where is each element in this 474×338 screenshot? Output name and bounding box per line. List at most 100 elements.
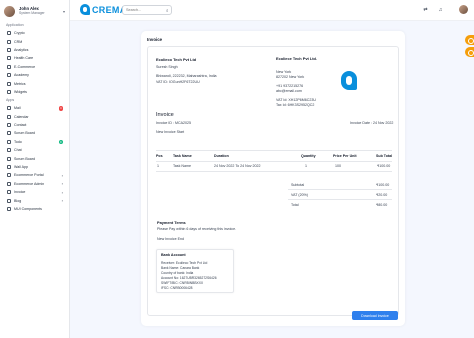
sidebar-item-label: MUI Components [14,207,42,211]
chevron-down-icon[interactable]: ▾ [63,9,65,14]
calendar-icon [7,114,11,119]
invoice-card: Invoice Ecolieco Tech Pvt Ltd Suresh Sin… [141,31,405,326]
row-price: 100 [335,164,341,168]
to-tax: Tax Id: 6HK3S2952QC2 [276,103,315,107]
summary-vat-value: ₹20.00 [376,193,388,197]
sidebar-item-label: Widgets [14,89,27,94]
sidebar-item-academy[interactable]: Academy [0,71,69,79]
sidebar-item-label: Analytics [14,47,29,52]
from-vat: VAT ID: IOGunH2F6T22UU [156,80,200,84]
bank-account-no: Account No: 1627UBR3265272S6426 [161,276,217,280]
crypto-icon [7,31,11,36]
search-input[interactable] [126,8,166,12]
notification-bell-icon[interactable]: ♫ [437,7,444,13]
metrics-icon [7,81,11,86]
sidebar-item-invoice[interactable]: Invoice › [0,188,69,196]
chevron-right-icon: › [61,172,63,178]
to-email: abc@email.com [276,89,302,93]
todo-icon [7,139,11,144]
chevron-right-icon: › [61,181,63,187]
sidebar-item-label: Calendar [14,114,29,119]
sidebar-item-ecommerce-admin[interactable]: Ecommerce Admin › [0,180,69,188]
from-address: Bhiwandi, 222232, Maharashtra, India [156,74,217,78]
summary-total-label: Total [291,203,299,207]
topbar-avatar[interactable] [459,5,468,14]
sidebar-item-contact[interactable]: Contact [0,121,69,129]
sidebar-item-crm[interactable]: CRM [0,37,69,45]
sidebar-item-crypto[interactable]: Crypto [0,29,69,37]
blog-icon [7,198,11,203]
sidebar-item-analytics[interactable]: Analytics [0,46,69,54]
row-pos: 1 [157,164,159,168]
sidebar-item-mail[interactable]: Mail 4 [0,104,69,112]
sidebar-item-blog[interactable]: Blog › [0,196,69,204]
col-subtotal: Sub Total [376,154,393,158]
invoice-end-text: New Invoice End [157,237,184,241]
sidebar-item-label: Ecommerce Admin [14,181,45,186]
sidebar-item-ecommerce-portal[interactable]: Ecommerce Portal › [0,171,69,179]
sidebar-item-todo[interactable]: Todo 9 [0,138,69,146]
col-duration: Duration [214,154,229,158]
mail-icon [7,106,11,111]
summary-subtotal-value: ₹100.00 [376,183,390,187]
avatar [4,5,15,17]
invoice-date: Invoice Date : 24 Nov 2022 [350,121,394,125]
user-profile[interactable]: John Alex System Manager ▾ [0,1,69,21]
sidebar-item-e-commerce[interactable]: E-Commerce [0,63,69,71]
card-title: Invoice [147,37,163,42]
translate-icon[interactable]: ⇄ [422,7,429,13]
sidebar: John Alex System Manager ▾ Application C… [0,0,70,338]
scrum-board-icon [7,131,11,136]
crm-icon [7,39,11,44]
bank-account-box: Bank Account Receiver: Ecolieco Tech Pvt… [156,249,234,293]
sidebar-item-widgets[interactable]: Widgets [0,88,69,96]
sidebar-item-label: Health Care [14,56,34,61]
e-commerce-icon [7,64,11,69]
ecommerce-portal-icon [7,173,11,178]
contact-icon [7,123,11,128]
sidebar-item-scrum-board[interactable]: Scrum Board [0,129,69,137]
payment-terms-title: Payment Terms [157,220,186,225]
chevron-right-icon: › [61,189,63,195]
sidebar-item-scrum-board[interactable]: Scrum Board [0,154,69,162]
analytics-icon [7,47,11,52]
sidebar-item-label: Scrum Board [14,131,35,136]
sidebar-item-label: Chat [14,148,22,153]
sidebar-item-chat[interactable]: Chat [0,146,69,154]
to-zip: 827202 New York [276,75,305,79]
from-person: Suresh Singh [156,65,178,69]
to-vat: VAT Id: XH12P6M6C23U [276,98,316,102]
sidebar-item-mui-components[interactable]: MUI Components [0,205,69,213]
row-qty: 1 [305,164,307,168]
row-subtotal: ₹100.00 [377,164,391,168]
download-invoice-button[interactable]: Download Invoice [352,311,398,320]
chevron-right-icon: › [61,198,63,204]
to-city: New York [276,70,292,74]
sidebar-item-label: Metrics [14,81,26,86]
sidebar-item-health-care[interactable]: Health Care [0,54,69,62]
invoice-subtitle: New Invoice Start [156,130,185,134]
logo[interactable]: CREMA [80,4,127,15]
download-invoice-label: Download Invoice [361,313,389,318]
divider [156,150,392,151]
apps-nav: Mail 4 Calendar Contact Scrum Board Todo 9 Chat… [0,104,69,213]
sidebar-item-label: Mail [14,106,21,111]
bank-ifsc: IFSC: CNRB0006428 [161,286,193,290]
bank-country: Country of bank: India [161,271,194,275]
col-task-name: Task Name [173,154,192,158]
sidebar-item-label: CRM [14,39,23,44]
search-box[interactable]: ⌕ [122,5,172,15]
ecommerce-admin-icon [7,181,11,186]
divider [288,189,392,190]
palette-icon[interactable] [465,47,474,57]
settings-gear-icon[interactable] [465,35,474,45]
sidebar-item-label: E-Commerce [14,64,36,69]
sidebar-item-metrics[interactable]: Metrics [0,79,69,87]
search-icon[interactable]: ⌕ [166,8,169,13]
sidebar-item-label: Contact [14,123,27,128]
sidebar-item-label: Crypto [14,31,25,36]
sidebar-item-calendar[interactable]: Calendar [0,113,69,121]
sidebar-item-wall-app[interactable]: Wall App [0,163,69,171]
invoice-id: Invoice ID : MCA2025 [156,121,191,125]
logo-icon [80,4,90,15]
